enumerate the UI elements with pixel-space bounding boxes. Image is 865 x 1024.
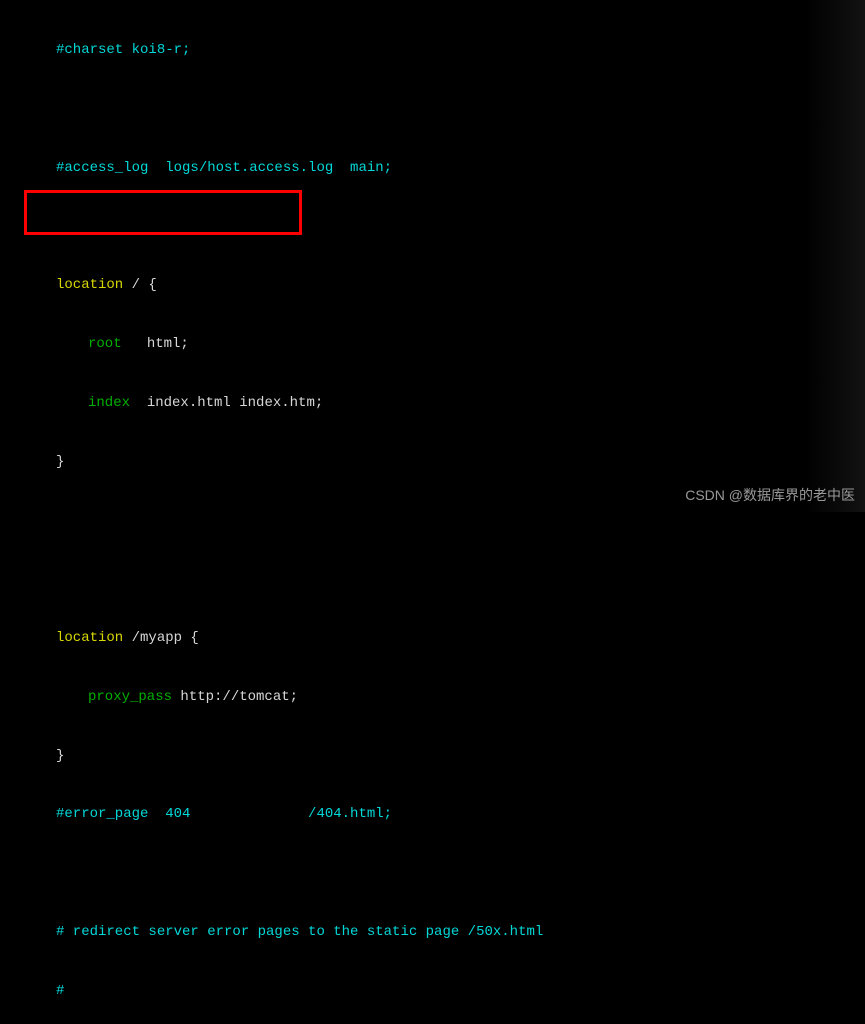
directive-keyword: location — [56, 277, 123, 293]
blank-line — [0, 511, 865, 531]
directive-value: / { — [123, 277, 157, 293]
code-line: # — [0, 982, 865, 1002]
code-line: root html; — [0, 335, 865, 355]
directive-keyword: location — [56, 630, 123, 646]
directive-value: http://tomcat; — [172, 689, 298, 705]
code-editor-content: #charset koi8-r; #access_log logs/host.a… — [0, 2, 865, 1024]
comment: # — [56, 983, 64, 999]
code-line: index index.html index.htm; — [0, 394, 865, 414]
blank-line — [0, 100, 865, 120]
blank-line — [0, 570, 865, 590]
comment: #charset koi8-r; — [56, 42, 190, 58]
code-line: #charset koi8-r; — [0, 41, 865, 61]
code-line: #access_log logs/host.access.log main; — [0, 159, 865, 179]
directive-keyword: index — [88, 395, 130, 411]
code-line: # redirect server error pages to the sta… — [0, 923, 865, 943]
brace: } — [56, 748, 64, 764]
watermark: CSDN @数据库界的老中医 — [685, 486, 855, 506]
brace: } — [56, 454, 64, 470]
directive-value: html; — [122, 336, 189, 352]
directive-value: /myapp { — [123, 630, 199, 646]
blank-line — [0, 218, 865, 238]
comment: #access_log logs/host.access.log main; — [56, 160, 392, 176]
edge-fade — [805, 0, 865, 512]
code-line: proxy_pass http://tomcat; — [0, 688, 865, 708]
blank-line — [0, 864, 865, 884]
code-line: location /myapp { — [0, 629, 865, 649]
code-line: location / { — [0, 276, 865, 296]
code-line: } — [0, 747, 865, 767]
directive-value: index.html index.htm; — [130, 395, 323, 411]
directive-keyword: proxy_pass — [88, 689, 172, 705]
directive-keyword: root — [88, 336, 122, 352]
comment: # redirect server error pages to the sta… — [56, 924, 543, 940]
code-line: #error_page 404 /404.html; — [0, 805, 865, 825]
code-line: } — [0, 453, 865, 473]
comment: #error_page 404 /404.html; — [56, 806, 392, 822]
